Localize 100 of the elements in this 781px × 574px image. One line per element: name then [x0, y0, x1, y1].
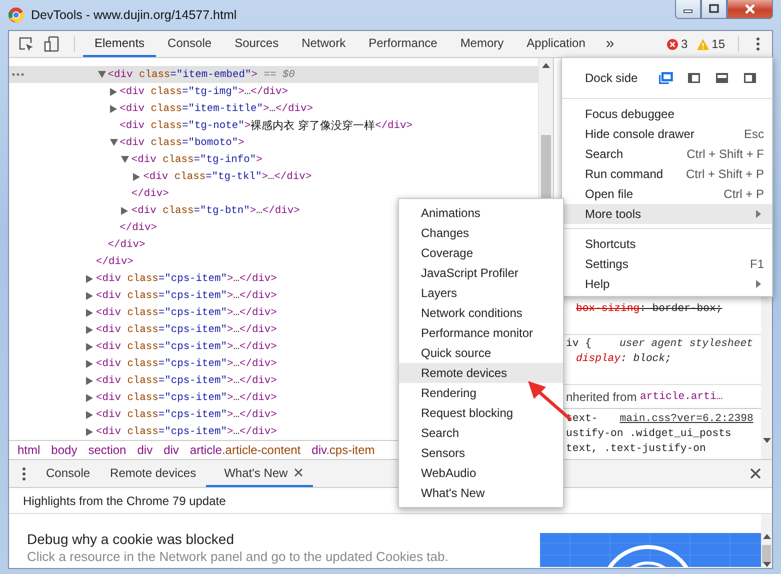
more-options-icon[interactable] [756, 37, 760, 51]
more-dots-icon[interactable] [12, 73, 24, 76]
breadcrumb-item[interactable]: body [46, 443, 83, 457]
menu-item[interactable]: Animations [399, 203, 563, 223]
menu-item[interactable]: Search Ctrl + Shift + F [562, 144, 772, 164]
warning-count: 15 [712, 37, 725, 51]
more-tabs-button[interactable]: » [596, 31, 624, 57]
collapse-triangle-icon[interactable] [121, 156, 130, 163]
breadcrumb-item[interactable]: html [12, 443, 46, 457]
inspect-icon[interactable] [18, 36, 34, 52]
menu-item[interactable]: More tools [562, 204, 772, 224]
breadcrumb-item[interactable]: div [132, 443, 158, 457]
menu-item[interactable]: Search [399, 423, 563, 443]
dom-tree-row[interactable]: <div class="tg-img">…</div> [9, 83, 538, 100]
menu-item[interactable]: Layers [399, 283, 563, 303]
drawer-tab[interactable]: Console [36, 460, 100, 487]
menu-item-label[interactable]: Focus debuggee [585, 107, 674, 121]
expand-triangle-icon[interactable] [86, 342, 93, 350]
device-icon[interactable] [44, 36, 60, 52]
dom-tree-row[interactable]: </div> [9, 185, 538, 202]
expand-triangle-icon[interactable] [86, 292, 93, 300]
menu-item-label[interactable]: Hide console drawer [585, 127, 694, 141]
dom-tree-row[interactable]: <div class="tg-tkl">…</div> [9, 168, 538, 185]
menu-item-label[interactable]: Shortcuts [585, 237, 636, 251]
expand-triangle-icon[interactable] [86, 428, 93, 436]
menu-item[interactable]: Network conditions [399, 303, 563, 323]
close-button[interactable] [727, 0, 773, 19]
panel-tab[interactable]: Application [515, 31, 597, 57]
panel-tab[interactable]: Elements [83, 31, 156, 57]
menu-item[interactable]: What's New [399, 483, 563, 503]
tab-label[interactable]: Console [46, 466, 90, 480]
expand-triangle-icon[interactable] [86, 360, 93, 368]
shortcut-label: Ctrl + Shift + F [686, 147, 764, 161]
panel-tab[interactable]: Memory [448, 31, 516, 57]
dom-tree-row[interactable]: <div class="item-title">…</div> [9, 100, 538, 117]
menu-item-label[interactable]: Search [585, 147, 624, 161]
minimize-button[interactable] [675, 0, 701, 19]
dock-right-icon[interactable] [742, 72, 757, 84]
expand-triangle-icon[interactable] [86, 308, 93, 316]
menu-item[interactable]: Focus debuggee [562, 104, 772, 124]
collapse-triangle-icon[interactable] [110, 139, 118, 146]
expand-triangle-icon[interactable] [86, 410, 93, 418]
breadcrumb-item[interactable]: div.cps-item [306, 443, 380, 457]
menu-item[interactable]: Shortcuts [562, 234, 772, 254]
menu-item-label[interactable]: Run command [585, 167, 664, 181]
dock-left-icon[interactable] [686, 72, 701, 84]
close-tab-icon[interactable] [294, 468, 303, 477]
breadcrumb-item[interactable]: div [158, 443, 184, 457]
element-link[interactable]: article.arti… [640, 390, 723, 402]
menu-item-label[interactable]: Help [585, 277, 610, 291]
menu-item[interactable]: Sensors [399, 443, 563, 463]
expand-triangle-icon[interactable] [133, 172, 140, 180]
menu-item[interactable]: Settings F1 [562, 254, 772, 274]
dock-undocked-icon[interactable] [658, 72, 673, 84]
dom-tree-row[interactable]: <div class="tg-info"> [9, 151, 538, 168]
menu-item[interactable]: Hide console drawer Esc [562, 124, 772, 144]
expand-triangle-icon[interactable] [86, 394, 93, 402]
expand-triangle-icon[interactable] [86, 274, 93, 282]
menu-item[interactable]: Help [562, 274, 772, 294]
drawer-menu-icon[interactable] [22, 466, 26, 480]
dom-tree-row[interactable]: <div class="bomoto"> [9, 134, 538, 151]
source-link[interactable]: main.css?ver=6.2:2398 [620, 412, 754, 424]
menu-item[interactable]: Changes [399, 223, 563, 243]
drawer-tab[interactable]: Remote devices [100, 460, 206, 487]
panel-tab[interactable]: Network [290, 31, 358, 57]
breadcrumb-item[interactable]: article.article-content [184, 443, 306, 457]
expand-triangle-icon[interactable] [110, 88, 117, 96]
expand-triangle-icon[interactable] [86, 376, 93, 384]
menu-item[interactable]: Run command Ctrl + Shift + P [562, 164, 772, 184]
menu-item[interactable]: Request blocking [399, 403, 563, 423]
tab-label[interactable]: What's New [224, 466, 288, 480]
panel-tab[interactable]: Performance [357, 31, 449, 57]
panel-tab[interactable]: Console [156, 31, 224, 57]
shortcut-label: F1 [750, 257, 764, 271]
close-drawer-icon[interactable] [750, 468, 761, 479]
scrollbar[interactable] [761, 514, 772, 568]
menu-item-label[interactable]: More tools [585, 207, 642, 221]
expand-triangle-icon[interactable] [110, 104, 117, 112]
breadcrumb-item[interactable]: section [82, 443, 132, 457]
menu-item[interactable]: Rendering [399, 383, 563, 403]
menu-item[interactable]: Quick source [399, 343, 563, 363]
menu-item[interactable]: Remote devices [399, 363, 563, 383]
menu-item-label[interactable]: Open file [585, 187, 634, 201]
menu-item-label[interactable]: Settings [585, 257, 628, 271]
expand-triangle-icon[interactable] [86, 326, 93, 334]
menu-item[interactable]: JavaScript Profiler [399, 263, 563, 283]
menu-item[interactable]: Open file Ctrl + P [562, 184, 772, 204]
dom-tree-row[interactable]: <div class="tg-note">裸感内衣 穿了像没穿一样</div> [9, 117, 538, 134]
dom-tree-row[interactable]: <div class="item-embed"> == $0 [9, 66, 538, 83]
article-description: Click a resource in the Network panel and go to the updated Cookies tab. [27, 549, 450, 564]
menu-item[interactable]: Coverage [399, 243, 563, 263]
maximize-button[interactable] [701, 0, 727, 19]
menu-item[interactable]: WebAudio [399, 463, 563, 483]
shortcut-label: Ctrl + Shift + P [686, 167, 764, 181]
dock-bottom-icon[interactable] [714, 72, 729, 84]
collapse-triangle-icon[interactable] [98, 71, 106, 78]
tab-label[interactable]: Remote devices [110, 466, 196, 480]
menu-item[interactable]: Performance monitor [399, 323, 563, 343]
panel-tab[interactable]: Sources [223, 31, 290, 57]
expand-triangle-icon[interactable] [121, 206, 128, 214]
